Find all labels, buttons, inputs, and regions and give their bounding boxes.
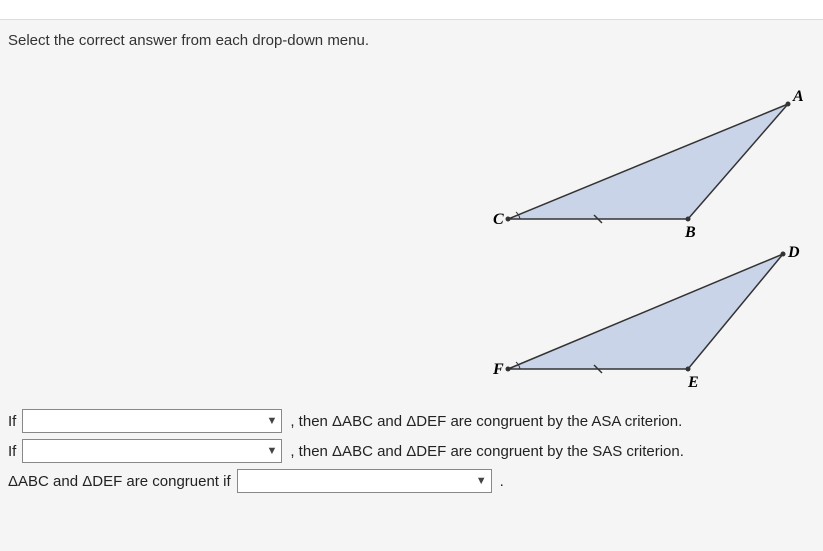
top-border	[0, 0, 823, 20]
vertex-d-label: D	[787, 244, 800, 261]
diagram-area: A B C D E F	[8, 69, 815, 399]
content-area: Select the correct answer from each drop…	[0, 20, 823, 511]
vertex-b-label: B	[684, 224, 696, 239]
row-asa: If ▼ , then ΔABC and ΔDEF are congruent …	[8, 409, 815, 433]
triangle-def: D E F	[488, 239, 808, 394]
answer-rows: If ▼ , then ΔABC and ΔDEF are congruent …	[8, 409, 815, 493]
row3-suffix: .	[500, 473, 504, 490]
row1-prefix: If	[8, 413, 16, 430]
dropdown-asa[interactable]: ▼	[22, 409, 282, 433]
row-congruent-if: ΔABC and ΔDEF are congruent if ▼ .	[8, 469, 815, 493]
vertex-f-label: F	[492, 361, 504, 378]
chevron-down-icon: ▼	[476, 475, 487, 487]
row1-suffix: , then ΔABC and ΔDEF are congruent by th…	[290, 413, 682, 430]
row-sas: If ▼ , then ΔABC and ΔDEF are congruent …	[8, 439, 815, 463]
triangle-abc: A B C	[488, 89, 808, 244]
row2-suffix: , then ΔABC and ΔDEF are congruent by th…	[290, 443, 684, 460]
chevron-down-icon: ▼	[266, 415, 277, 427]
row2-prefix: If	[8, 443, 16, 460]
dropdown-congruent-if[interactable]: ▼	[237, 469, 492, 493]
chevron-down-icon: ▼	[266, 445, 277, 457]
dropdown-sas[interactable]: ▼	[22, 439, 282, 463]
vertex-c-label: C	[493, 211, 504, 228]
vertex-e-label: E	[687, 374, 699, 389]
vertex-a-label: A	[792, 89, 804, 105]
row3-prefix: ΔABC and ΔDEF are congruent if	[8, 473, 231, 490]
instruction-text: Select the correct answer from each drop…	[8, 32, 815, 49]
